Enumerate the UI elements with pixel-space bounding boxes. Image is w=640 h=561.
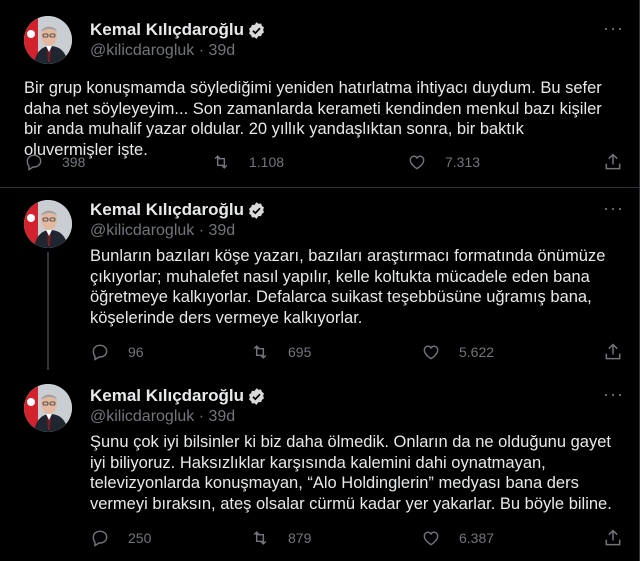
avatar-image	[24, 16, 72, 64]
retweet-button[interactable]: 879	[250, 528, 311, 548]
tweet-text: Şunu çok iyi bilsinler ki biz daha ölmed…	[90, 433, 612, 513]
reply-button[interactable]: 398	[24, 152, 85, 172]
reply-count: 398	[62, 154, 86, 170]
like-count: 5.622	[459, 344, 495, 360]
verified-icon	[249, 202, 264, 219]
reply-icon	[26, 154, 42, 171]
like-count: 7.313	[445, 154, 481, 170]
author-handle[interactable]: @kilicdarogluk · 39d	[90, 408, 235, 426]
retweet-icon	[253, 345, 267, 359]
reply-button[interactable]: 250	[90, 528, 151, 548]
avatar[interactable]	[24, 200, 72, 248]
author-name[interactable]: Kemal Kılıçdaroğlu	[90, 200, 244, 220]
author-name[interactable]: Kemal Kılıçdaroğlu	[90, 386, 244, 406]
timestamp[interactable]: · 39d	[199, 42, 235, 59]
more-icon[interactable]: ···	[603, 18, 624, 39]
retweet-icon	[214, 155, 228, 169]
author-handle[interactable]: @kilicdarogluk · 39d	[90, 42, 235, 60]
like-button[interactable]: 7.313	[407, 152, 480, 172]
reply-button[interactable]: 96	[90, 342, 144, 362]
like-icon	[423, 345, 439, 360]
tweet-text: Bunların bazıları köşe yazarı, bazıları …	[90, 247, 606, 327]
avatar[interactable]	[24, 16, 72, 64]
share-icon	[605, 343, 621, 360]
handle-text: @kilicdarogluk	[90, 222, 195, 239]
verified-icon	[249, 388, 264, 405]
share-icon	[605, 529, 621, 546]
share-button[interactable]	[603, 342, 623, 362]
share-button[interactable]	[603, 152, 623, 172]
reply-icon	[92, 344, 108, 361]
like-icon	[409, 155, 425, 170]
avatar-image	[24, 384, 72, 432]
retweet-button[interactable]: 1.108	[211, 152, 284, 172]
reply-count: 250	[128, 530, 152, 546]
author-handle[interactable]: @kilicdarogluk · 39d	[90, 222, 235, 240]
author-name[interactable]: Kemal Kılıçdaroğlu	[90, 20, 244, 40]
like-button[interactable]: 6.387	[421, 528, 494, 548]
share-button[interactable]	[603, 528, 623, 548]
retweet-count: 879	[288, 530, 312, 546]
retweet-button[interactable]: 695	[250, 342, 311, 362]
thread-connector	[47, 252, 49, 370]
more-icon[interactable]: ···	[603, 198, 624, 219]
like-icon	[423, 531, 439, 546]
verified-icon	[249, 22, 264, 39]
tweet-text: Bir grup konuşmamda söylediğimi yeniden …	[24, 79, 602, 159]
avatar-image	[24, 200, 72, 248]
more-icon[interactable]: ···	[603, 384, 624, 405]
like-count: 6.387	[459, 530, 495, 546]
handle-text: @kilicdarogluk	[90, 42, 195, 59]
reply-icon	[92, 530, 108, 547]
share-icon	[605, 153, 621, 170]
retweet-icon	[253, 531, 267, 545]
retweet-count: 695	[288, 344, 312, 360]
avatar[interactable]	[24, 384, 72, 432]
reply-count: 96	[128, 344, 144, 360]
like-button[interactable]: 5.622	[421, 342, 494, 362]
handle-text: @kilicdarogluk	[90, 408, 195, 425]
retweet-count: 1.108	[249, 154, 285, 170]
timestamp[interactable]: · 39d	[199, 408, 235, 425]
timestamp[interactable]: · 39d	[199, 222, 235, 239]
tweet-divider	[0, 187, 640, 188]
